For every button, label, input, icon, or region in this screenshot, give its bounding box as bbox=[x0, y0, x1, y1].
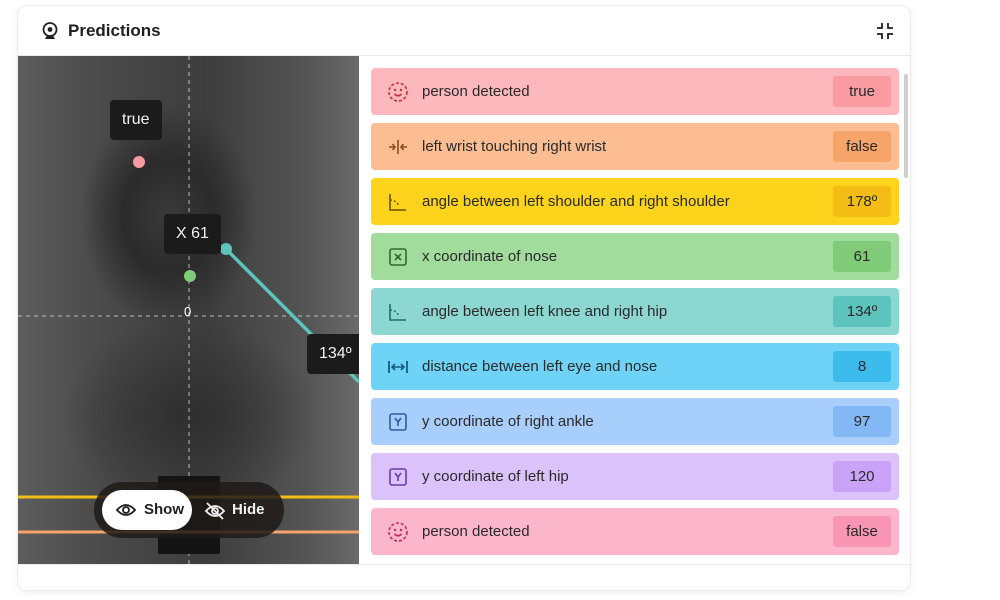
prediction-label: x coordinate of nose bbox=[422, 248, 558, 265]
distance-icon bbox=[388, 361, 408, 373]
eye-off-icon bbox=[204, 502, 226, 520]
prediction-row: x coordinate of nose 61 bbox=[371, 233, 899, 280]
show-button[interactable]: Show bbox=[102, 490, 192, 530]
prediction-value: false bbox=[833, 516, 891, 547]
x-coordinate-tag: X 61 bbox=[164, 214, 221, 254]
value-tag: true bbox=[110, 100, 162, 140]
camera-preview: true X 61 0 134º Show Hide bbox=[18, 56, 359, 564]
prediction-value: true bbox=[833, 76, 891, 107]
person-point bbox=[133, 156, 145, 168]
prediction-label: person detected bbox=[422, 523, 530, 540]
prediction-label: y coordinate of left hip bbox=[422, 468, 569, 485]
collapse-icon[interactable] bbox=[874, 20, 896, 42]
prediction-label: y coordinate of right ankle bbox=[422, 413, 594, 430]
prediction-value: 178º bbox=[833, 186, 891, 217]
origin-label: 0 bbox=[184, 304, 192, 319]
prediction-row: left wrist touching right wrist false bbox=[371, 123, 899, 170]
prediction-label: distance between left eye and nose bbox=[422, 358, 658, 375]
prediction-label: angle between left shoulder and right sh… bbox=[422, 193, 730, 210]
panel-title: Predictions bbox=[68, 21, 161, 40]
show-label: Show bbox=[144, 501, 184, 518]
panel-header: Predictions bbox=[18, 6, 910, 56]
prediction-value: 134º bbox=[833, 296, 891, 327]
face-icon bbox=[388, 82, 408, 102]
y-box-icon bbox=[389, 413, 407, 431]
prediction-label: left wrist touching right wrist bbox=[422, 138, 607, 155]
prediction-row: person detected false bbox=[371, 508, 899, 555]
nose-point bbox=[184, 270, 196, 282]
overlay-toggle: Show Hide bbox=[94, 482, 284, 538]
y-box-icon bbox=[389, 468, 407, 486]
list-scrollbar[interactable] bbox=[904, 74, 908, 178]
face-icon bbox=[388, 522, 408, 542]
angle-joint bbox=[220, 243, 232, 255]
hide-button[interactable]: Hide bbox=[196, 490, 278, 530]
angle-icon bbox=[389, 194, 406, 211]
prediction-label: person detected bbox=[422, 83, 530, 100]
panel-footer bbox=[18, 564, 910, 590]
predictions-panel: Predictions true X 61 0 134º Show Hide p… bbox=[18, 6, 910, 590]
x-box-icon bbox=[389, 248, 407, 266]
prediction-value: false bbox=[833, 131, 891, 162]
prediction-value: 61 bbox=[833, 241, 891, 272]
prediction-row: y coordinate of right ankle 97 bbox=[371, 398, 899, 445]
arrows-inward-icon bbox=[389, 140, 407, 154]
prediction-label: angle between left knee and right hip bbox=[422, 303, 668, 320]
eye-icon bbox=[116, 504, 136, 516]
prediction-row: angle between left knee and right hip 13… bbox=[371, 288, 899, 335]
predictions-list: person detected true left wrist touching… bbox=[359, 56, 910, 564]
angle-icon bbox=[389, 304, 406, 321]
prediction-value: 8 bbox=[833, 351, 891, 382]
prediction-row: person detected true bbox=[371, 68, 899, 115]
prediction-row: distance between left eye and nose 8 bbox=[371, 343, 899, 390]
prediction-value: 97 bbox=[833, 406, 891, 437]
prediction-row: angle between left shoulder and right sh… bbox=[371, 178, 899, 225]
webcam-icon bbox=[42, 22, 58, 39]
prediction-value: 120 bbox=[833, 461, 891, 492]
hide-label: Hide bbox=[232, 501, 265, 518]
prediction-row: y coordinate of left hip 120 bbox=[371, 453, 899, 500]
angle-tag: 134º bbox=[307, 334, 359, 374]
